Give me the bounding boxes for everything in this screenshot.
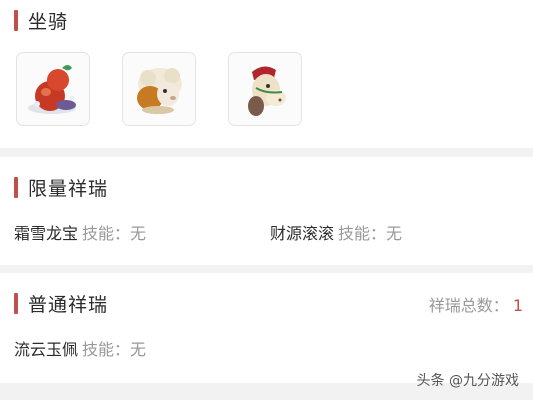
sheep-mount-icon <box>137 68 182 114</box>
limited-card: 限量祥瑞 霜雪龙宝 技能：无 财源滚滚 技能：无 <box>0 157 533 265</box>
list-item: 流云玉佩 技能：无 <box>14 336 146 360</box>
mounts-title: 坐骑 <box>28 11 69 33</box>
total-value: 1 <box>512 296 523 315</box>
mount-list <box>16 52 334 126</box>
mount-item-sheep[interactable] <box>122 52 196 126</box>
section-accent-bar <box>14 177 18 198</box>
item-name: 霜雪龙宝 <box>14 224 79 243</box>
normal-title: 普通祥瑞 <box>28 294 109 316</box>
total-count: 祥瑞总数： 1 <box>429 292 523 316</box>
list-item: 霜雪龙宝 技能：无 <box>14 220 146 244</box>
horse-mount-icon <box>248 66 286 116</box>
watermark: 头条 @九分游戏 <box>417 370 519 390</box>
section-accent-bar <box>14 10 18 31</box>
item-skill: 技能：无 <box>82 224 147 243</box>
total-label: 祥瑞总数： <box>428 296 509 315</box>
dragon-gourd-mount-icon <box>28 65 76 114</box>
mount-item-dragon[interactable] <box>16 52 90 126</box>
list-item: 财源滚滚 技能：无 <box>270 220 402 244</box>
section-accent-bar <box>14 293 18 314</box>
item-skill: 技能：无 <box>338 224 403 243</box>
limited-title: 限量祥瑞 <box>28 178 109 200</box>
normal-header: 普通祥瑞 <box>14 290 108 317</box>
item-name: 财源滚滚 <box>270 224 335 243</box>
mounts-header: 坐骑 <box>14 7 68 34</box>
limited-header: 限量祥瑞 <box>14 174 108 201</box>
normal-card: 普通祥瑞 祥瑞总数： 1 流云玉佩 技能：无 <box>0 273 533 383</box>
mounts-card: 坐骑 <box>0 0 533 148</box>
item-name: 流云玉佩 <box>14 340 79 359</box>
mount-item-horse[interactable] <box>228 52 302 126</box>
item-skill: 技能：无 <box>82 340 147 359</box>
watermark-text: 头条 @九分游戏 <box>416 373 519 389</box>
